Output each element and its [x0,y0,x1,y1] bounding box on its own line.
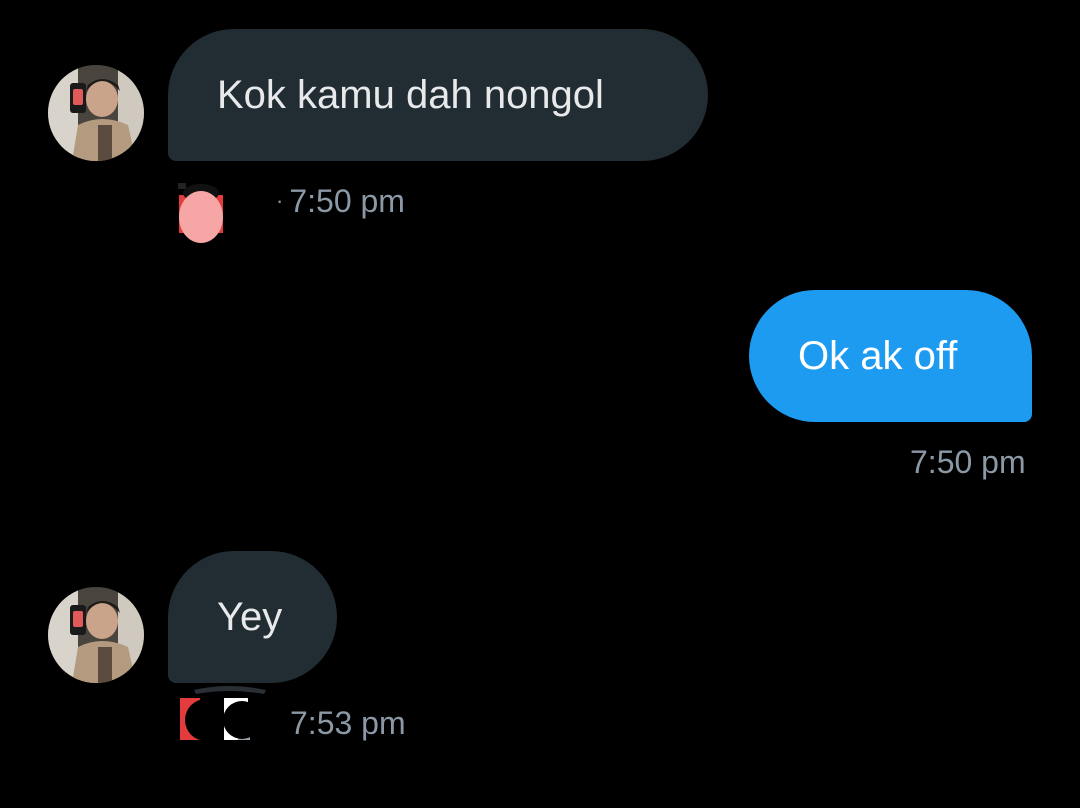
mixed-emoji-icon [180,686,266,741]
timestamp-2: 7:50 pm [910,444,1026,480]
separator-dot: · [276,188,284,213]
message-text-3: Yey [217,595,283,639]
message-bubble-2[interactable]: Ok ak off [749,290,1032,422]
avatar-photo-icon [48,65,144,161]
red-face-emoji-icon [178,183,223,243]
message-text-2: Ok ak off [798,334,958,378]
avatar-1[interactable] [48,65,144,161]
reaction-2[interactable] [178,684,268,749]
avatar-photo-icon [48,587,144,683]
timestamp-1: 7:50 pm [289,183,405,219]
message-bubble-3[interactable]: Yey [168,551,337,683]
message-bubble-1[interactable]: Kok kamu dah nongol [168,29,708,161]
message-text-1: Kok kamu dah nongol [217,73,604,117]
avatar-2[interactable] [48,587,144,683]
reaction-1[interactable] [176,181,228,250]
message-meta-1: · 7:50 pm [276,183,405,220]
timestamp-3: 7:53 pm [290,705,406,741]
